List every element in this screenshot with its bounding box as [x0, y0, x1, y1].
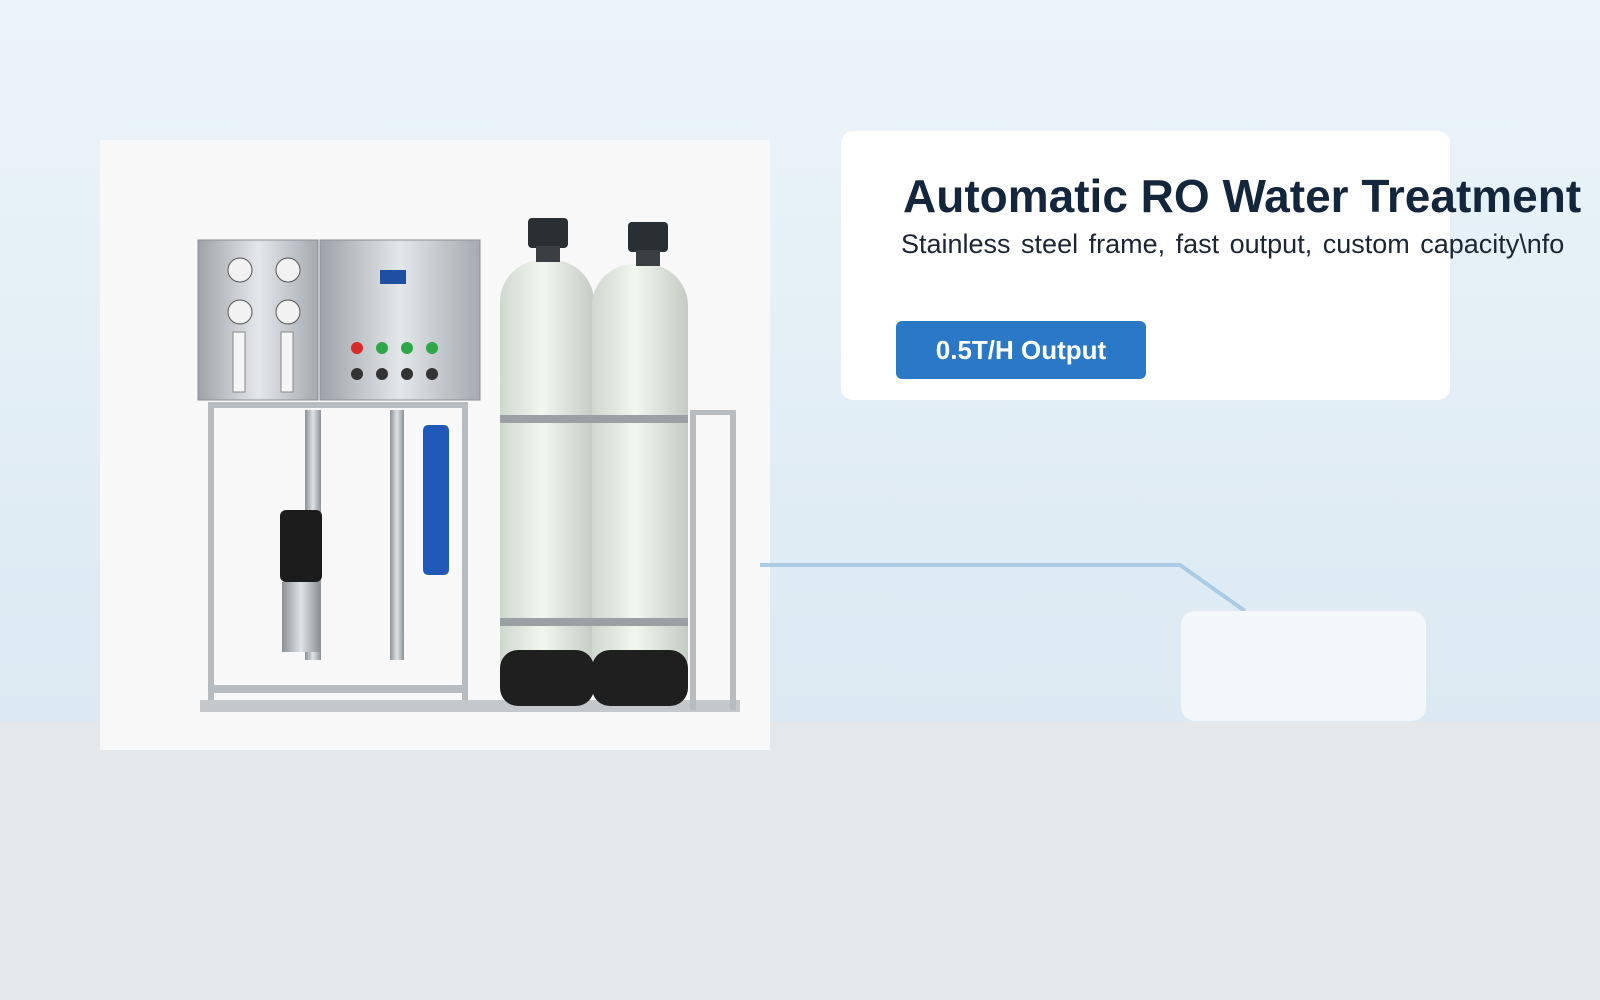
- product-image-ro-machine: [100, 140, 770, 750]
- product-info-card: Automatic RO Water Treatment Stainless s…: [841, 131, 1581, 400]
- output-capacity-badge[interactable]: 0.5T/H Output: [896, 321, 1146, 379]
- product-title: Automatic RO Water Treatment: [903, 170, 1582, 222]
- callout-box: [1181, 611, 1426, 721]
- product-subtitle: Stainless steel frame, fast output, cust…: [901, 229, 1565, 259]
